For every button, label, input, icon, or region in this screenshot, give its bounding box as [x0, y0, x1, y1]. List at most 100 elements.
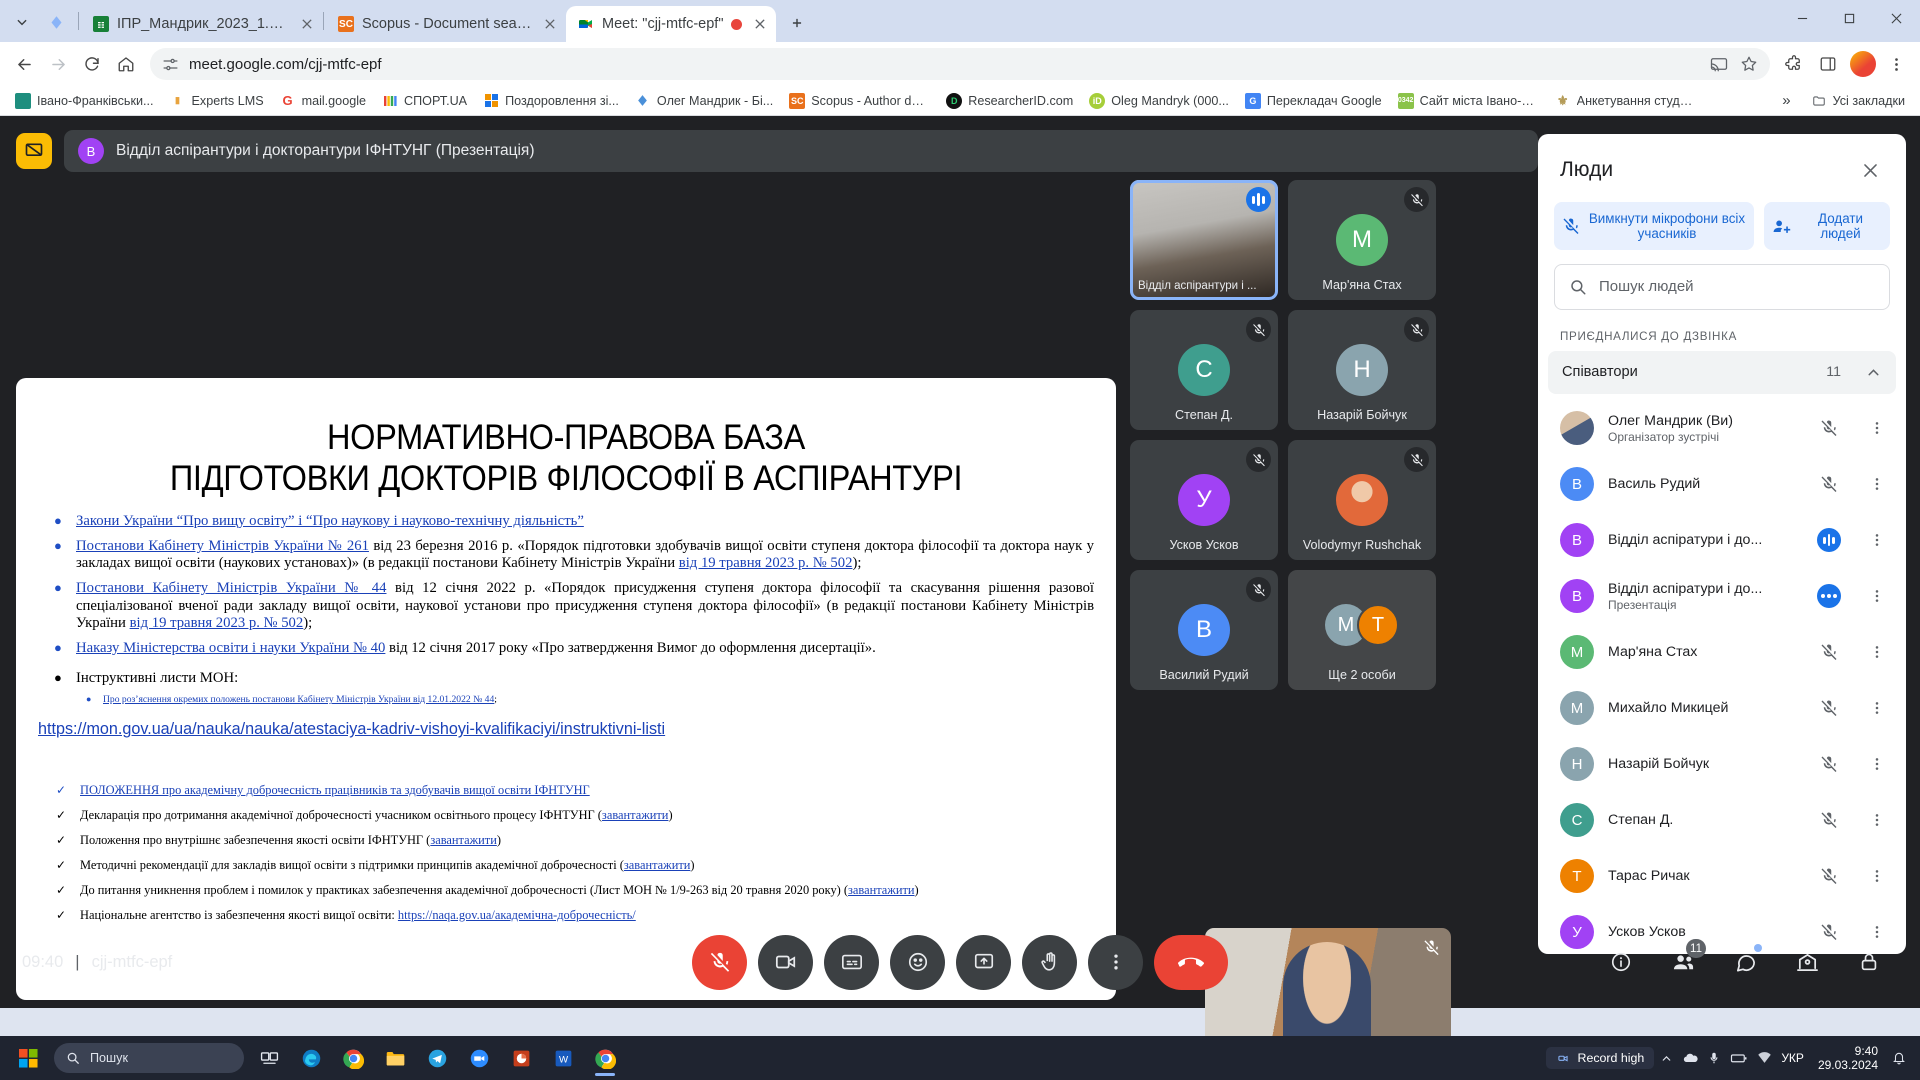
browser-tab-sheets[interactable]: ІПР_Мандрик_2023_1.xlsx - Go: [81, 6, 321, 42]
contributors-group-header[interactable]: Співавтори 11: [1548, 351, 1896, 395]
participant-row[interactable]: С Степан Д.: [1538, 792, 1906, 848]
close-icon[interactable]: [1852, 152, 1888, 188]
address-bar[interactable]: meet.google.com/cjj-mtfc-epf: [150, 48, 1770, 80]
tab-close-icon[interactable]: [750, 14, 770, 34]
home-button-icon[interactable]: [110, 48, 142, 80]
bullet-link-2[interactable]: від 19 травня 2023 р. № 502: [679, 555, 853, 571]
more-options-icon[interactable]: [1860, 523, 1894, 557]
presenting-indicator-icon[interactable]: [1812, 579, 1846, 613]
bullet-link[interactable]: Постанови Кабінету Міністрів України № 4…: [76, 580, 386, 596]
start-button-icon[interactable]: [6, 1038, 50, 1078]
more-options-icon[interactable]: [1860, 411, 1894, 445]
chat-button[interactable]: [1720, 937, 1770, 987]
checklist-link[interactable]: ПОЛОЖЕННЯ про академічну доброчесність п…: [80, 783, 590, 797]
bookmark-item[interactable]: ⚜ Анкетування студе...: [1548, 90, 1703, 112]
network-icon[interactable]: [1757, 1051, 1772, 1066]
bookmark-item[interactable]: G mail.google: [273, 90, 373, 112]
bookmark-item[interactable]: Івано-Франківськи...: [8, 90, 161, 112]
chrome-icon[interactable]: [332, 1038, 374, 1078]
show-people-button[interactable]: 11: [1658, 937, 1708, 987]
participant-tile[interactable]: Н Назарій Бойчук: [1288, 310, 1436, 430]
meeting-details-button[interactable]: [1596, 937, 1646, 987]
toggle-captions-button[interactable]: [824, 935, 879, 990]
window-close-button[interactable]: [1873, 0, 1920, 36]
mic-off-icon[interactable]: [1812, 635, 1846, 669]
bullet-link[interactable]: Наказу Міністерства освіти і науки Украї…: [76, 640, 385, 656]
mic-off-icon[interactable]: [1812, 691, 1846, 725]
taskbar-clock[interactable]: 9:40 29.03.2024: [1810, 1044, 1886, 1073]
reload-button-icon[interactable]: [76, 48, 108, 80]
more-options-icon[interactable]: [1860, 635, 1894, 669]
more-options-icon[interactable]: [1860, 859, 1894, 893]
participant-tile[interactable]: Volodymyr Rushchak: [1288, 440, 1436, 560]
more-options-icon[interactable]: [1860, 467, 1894, 501]
participant-row[interactable]: В Відділ аспіратури і до... Презентація: [1538, 568, 1906, 624]
mic-off-icon[interactable]: [1812, 411, 1846, 445]
host-controls-button[interactable]: [1844, 937, 1894, 987]
toggle-camera-button[interactable]: [758, 935, 813, 990]
more-options-icon[interactable]: [1860, 579, 1894, 613]
side-panel-button-icon[interactable]: [1812, 48, 1844, 80]
window-minimize-button[interactable]: [1779, 0, 1826, 36]
taskbar-search-box[interactable]: Пошук: [54, 1043, 244, 1073]
browser-tab-scopus[interactable]: SC Scopus - Document search: [326, 6, 566, 42]
tab-search-dropdown-icon[interactable]: [8, 8, 36, 36]
leave-call-button[interactable]: [1154, 935, 1228, 990]
participant-row[interactable]: Олег Мандрик (Ви) Організатор зустрічі: [1538, 400, 1906, 456]
bookmark-item[interactable]: D ResearcherID.com: [939, 90, 1080, 112]
more-options-icon[interactable]: [1860, 747, 1894, 781]
checklist-link[interactable]: завантажити: [430, 833, 497, 847]
toggle-microphone-button[interactable]: [692, 935, 747, 990]
mute-all-button[interactable]: Вимкнути мікрофони всіх учасників: [1554, 202, 1754, 250]
tab-close-icon[interactable]: [298, 14, 315, 34]
window-maximize-button[interactable]: [1826, 0, 1873, 36]
participant-tile-overflow[interactable]: М Т Ще 2 особи: [1288, 570, 1436, 690]
reactions-button[interactable]: [890, 935, 945, 990]
new-tab-button[interactable]: [782, 8, 812, 38]
mon-gov-ua-link[interactable]: https://mon.gov.ua/ua/nauka/nauka/atesta…: [38, 719, 1041, 739]
tab-close-icon[interactable]: [541, 14, 561, 34]
chevron-up-icon[interactable]: [1865, 364, 1882, 381]
mic-off-icon[interactable]: [1812, 859, 1846, 893]
search-input[interactable]: [1599, 278, 1875, 295]
chrome-menu-button-icon[interactable]: [1880, 48, 1912, 80]
site-settings-icon[interactable]: [162, 56, 179, 73]
participant-tile[interactable]: У Усков Усков: [1130, 440, 1278, 560]
bullet-link[interactable]: Постанови Кабінету Міністрів України № 2…: [76, 538, 369, 554]
file-explorer-icon[interactable]: [374, 1038, 416, 1078]
bookmark-item[interactable]: SC Scopus - Author det...: [782, 90, 937, 112]
bookmark-item[interactable]: Олег Мандрик - Бі...: [628, 90, 780, 112]
mic-off-icon[interactable]: [1812, 803, 1846, 837]
bookmark-star-icon[interactable]: [1740, 55, 1758, 73]
chrome-active-icon[interactable]: [584, 1038, 626, 1078]
cast-icon[interactable]: [1710, 55, 1728, 73]
battery-icon[interactable]: [1730, 1049, 1748, 1067]
bullet-link[interactable]: Закони України “Про вищу освіту” і “Про …: [76, 513, 584, 529]
sub-bullet-link[interactable]: Про роз’яснення окремих положень постано…: [103, 694, 494, 705]
participant-row[interactable]: Н Назарій Бойчук: [1538, 736, 1906, 792]
bookmark-item[interactable]: iD Oleg Mandryk (000...: [1082, 90, 1236, 112]
participant-tile[interactable]: С Степан Д.: [1130, 310, 1278, 430]
participant-tile[interactable]: M Мар'яна Стах: [1288, 180, 1436, 300]
tray-overflow-icon[interactable]: [1660, 1052, 1673, 1065]
checklist-link[interactable]: завантажити: [624, 858, 691, 872]
browser-tab-meet[interactable]: Meet: "cjj-mtfc-epf": [566, 6, 776, 42]
raise-hand-button[interactable]: [1022, 935, 1077, 990]
more-options-icon[interactable]: [1860, 803, 1894, 837]
participant-row[interactable]: М Михайло Микицей: [1538, 680, 1906, 736]
extensions-button-icon[interactable]: [1778, 48, 1810, 80]
onedrive-icon[interactable]: [1682, 1050, 1698, 1066]
bullet-link-2[interactable]: від 19 травня 2023 р. № 502: [130, 615, 304, 631]
task-view-icon[interactable]: [248, 1038, 290, 1078]
participant-tile[interactable]: В Василий Рудий: [1130, 570, 1278, 690]
forward-button-icon[interactable]: [42, 48, 74, 80]
back-button-icon[interactable]: [8, 48, 40, 80]
bookmark-item[interactable]: G Перекладач Google: [1238, 90, 1389, 112]
bookmark-item[interactable]: СПОРТ.UA: [375, 90, 474, 112]
all-bookmarks-button[interactable]: Усі закладки: [1804, 90, 1912, 112]
more-options-icon[interactable]: [1860, 691, 1894, 725]
checklist-link[interactable]: завантажити: [848, 883, 915, 897]
language-indicator[interactable]: УКР: [1781, 1051, 1804, 1065]
bookmarks-overflow-button[interactable]: »: [1775, 89, 1797, 112]
presentation-pin-icon[interactable]: [16, 133, 52, 169]
